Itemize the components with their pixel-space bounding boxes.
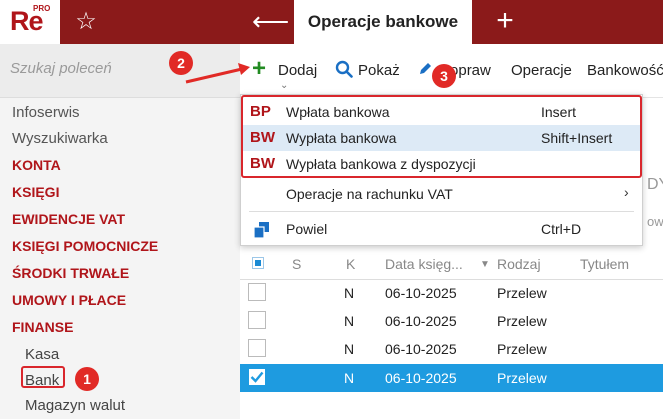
row-date: 06-10-2025 [385, 370, 457, 386]
show-button[interactable]: Pokaż [358, 62, 400, 79]
new-tab-plus-icon[interactable]: + [490, 4, 520, 38]
chevron-down-icon[interactable]: ⌄ [280, 80, 288, 91]
column-header-s[interactable]: S [292, 256, 301, 272]
menu-divider [249, 211, 634, 212]
add-button[interactable]: Dodaj [278, 62, 317, 79]
row-date: 06-10-2025 [385, 313, 457, 329]
select-all-checkbox[interactable] [252, 257, 264, 269]
menu-item-shortcut: Ctrl+D [541, 221, 582, 237]
banking-button[interactable]: Bankowość [587, 62, 663, 79]
background-label-dy: DY [647, 176, 663, 193]
table-row[interactable]: N 06-10-2025 Przelew [240, 279, 663, 307]
annotation-badge-1: 1 [75, 367, 99, 391]
row-date: 06-10-2025 [385, 341, 457, 357]
logo-pro-label: PRO [33, 4, 51, 13]
operations-button[interactable]: Operacje [511, 62, 572, 79]
menu-item-operacje-vat[interactable]: Operacje na rachunku VAT › [241, 181, 642, 207]
row-k: N [344, 341, 355, 357]
row-checkbox[interactable] [248, 311, 266, 329]
menu-item-powiel[interactable]: Powiel Ctrl+D [241, 216, 642, 242]
duplicate-icon [254, 222, 269, 238]
top-bar: Re PRO ☆ ⟵ Operacje bankowe + [0, 0, 663, 44]
operations-grid: S K Data księg... ▼ Rodzaj Tytułem N 06-… [240, 248, 663, 419]
row-checkbox[interactable] [248, 283, 266, 301]
sidebar-item-ewidencje-vat[interactable]: EWIDENCJE VAT [12, 211, 125, 227]
table-row[interactable]: N 06-10-2025 Przelew [240, 335, 663, 363]
column-header-title[interactable]: Tytułem [580, 256, 629, 272]
row-k: N [344, 285, 355, 301]
column-header-k[interactable]: K [346, 256, 355, 272]
annotation-badge-2: 2 [169, 51, 193, 75]
row-type: Przelew [497, 313, 547, 329]
search-input[interactable] [10, 60, 160, 77]
sidebar-item-finanse[interactable]: FINANSE [12, 319, 73, 335]
table-row[interactable]: N 06-10-2025 Przelew [240, 307, 663, 335]
star-outline-icon[interactable]: ☆ [72, 8, 100, 36]
table-row-selected[interactable]: N 06-10-2025 Przelew [240, 364, 663, 392]
sidebar-item-infoserwis[interactable]: Infoserwis [12, 104, 80, 121]
sidebar-item-konta[interactable]: KONTA [12, 157, 61, 173]
sidebar: Infoserwis Wyszukiwarka KONTA KSIĘGI EWI… [0, 44, 240, 419]
search-icon [335, 60, 353, 78]
highlight-frame [241, 95, 642, 178]
row-type: Przelew [497, 341, 547, 357]
sidebar-item-ksiegi[interactable]: KSIĘGI [12, 184, 59, 200]
bank-highlight-frame [21, 366, 65, 388]
sidebar-item-umowy-i-place[interactable]: UMOWY I PŁACE [12, 292, 126, 308]
row-k: N [344, 313, 355, 329]
sidebar-item-wyszukiwarka[interactable]: Wyszukiwarka [12, 130, 108, 147]
sidebar-item-srodki-trwale[interactable]: ŚRODKI TRWAŁE [12, 265, 129, 281]
sidebar-item-magazyn-walut[interactable]: Magazyn walut [25, 397, 125, 414]
column-header-date[interactable]: Data księg... [385, 256, 463, 272]
row-type: Przelew [497, 370, 547, 386]
chevron-right-icon: › [624, 184, 629, 200]
row-checkbox[interactable] [248, 339, 266, 357]
row-checkbox-checked[interactable] [248, 368, 266, 386]
menu-item-label: Operacje na rachunku VAT [286, 186, 453, 202]
row-type: Przelew [497, 285, 547, 301]
column-header-type[interactable]: Rodzaj [497, 256, 541, 272]
row-date: 06-10-2025 [385, 285, 457, 301]
checkmark-icon [250, 371, 264, 383]
menu-item-label: Powiel [286, 221, 328, 237]
background-label-owo: owo [647, 214, 663, 229]
arrow-left-icon[interactable]: ⟵ [252, 6, 289, 36]
row-k: N [344, 370, 355, 386]
sidebar-item-ksiegi-pomocnicze[interactable]: KSIĘGI POMOCNICZE [12, 238, 158, 254]
pencil-icon [420, 63, 431, 74]
add-dropdown-menu: BP Wpłata bankowa Insert BW Wypłata bank… [240, 94, 643, 246]
sort-desc-icon[interactable]: ▼ [480, 259, 490, 270]
app-logo[interactable]: Re PRO [0, 0, 60, 44]
annotation-badge-3: 3 [432, 64, 456, 88]
sidebar-item-kasa[interactable]: Kasa [25, 346, 59, 363]
grid-header: S K Data księg... ▼ Rodzaj Tytułem [240, 248, 663, 280]
tab-operacje-bankowe[interactable]: Operacje bankowe [294, 0, 472, 44]
